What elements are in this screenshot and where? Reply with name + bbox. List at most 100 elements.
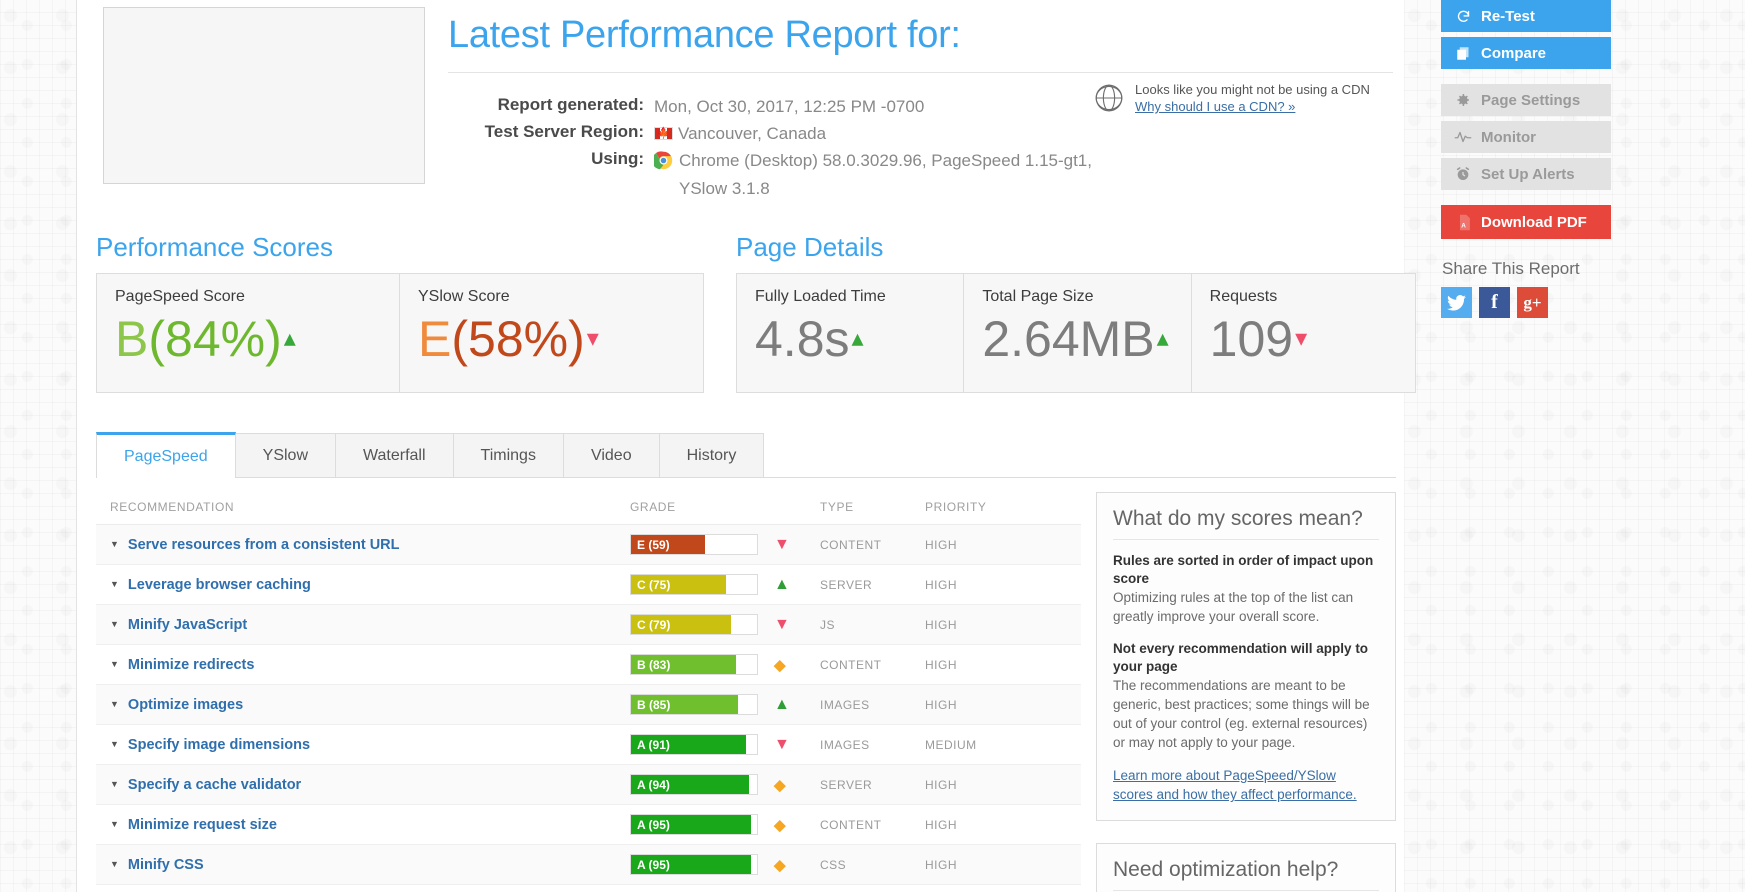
recommendation-priority: HIGH	[925, 618, 1025, 632]
grade-bar: C (79)	[630, 614, 758, 635]
share-googleplus-button[interactable]: g+	[1517, 287, 1548, 318]
scores-explainer-panel: What do my scores mean? Rules are sorted…	[1096, 492, 1396, 821]
recommendation-name[interactable]: ▼ Minify JavaScript	[110, 617, 630, 633]
alarm-clock-icon	[1452, 166, 1474, 182]
set-up-alerts-button[interactable]: Set Up Alerts	[1441, 158, 1611, 190]
sidebar-gap-1	[1441, 74, 1611, 84]
recommendation-name[interactable]: ▼Serve resources from a consistent URL	[110, 537, 630, 553]
expand-triangle-icon[interactable]: ▼	[110, 659, 119, 669]
expand-triangle-icon[interactable]: ▼	[110, 779, 119, 789]
grade-bar-label: B (83)	[631, 658, 670, 672]
grade-cell: B (85)▲	[630, 694, 820, 715]
expand-triangle-icon[interactable]: ▼	[110, 859, 119, 869]
share-twitter-button[interactable]	[1441, 287, 1472, 318]
recommendation-priority: HIGH	[925, 658, 1025, 672]
re-test-button[interactable]: Re-Test	[1441, 0, 1611, 32]
grade-cell: C (75)▲	[630, 574, 820, 595]
table-row[interactable]: ▼ Minimize redirects B (83)◆CONTENTHIGH	[96, 645, 1081, 685]
grade-cell: B (83)◆	[630, 654, 820, 675]
table-row[interactable]: ▼Specify a cache validatorA (94)◆SERVERH…	[96, 765, 1081, 805]
total-page-size-value: 2.64MB	[982, 311, 1154, 367]
grade-bar: E (59)	[630, 534, 758, 555]
performance-scores-cards: PageSpeed Score B(84%)▴ YSlow Score E(58…	[96, 273, 704, 393]
monitor-label: Monitor	[1481, 129, 1536, 146]
table-row[interactable]: ▼Serve resources from a consistent URLE …	[96, 525, 1081, 565]
recommendation-name[interactable]: ▼Specify a cache validator	[110, 777, 630, 793]
expand-triangle-icon[interactable]: ▼	[110, 579, 119, 589]
trend-down-icon: ▼	[774, 536, 790, 554]
grade-bar-fill: A (95)	[631, 855, 751, 874]
yslow-score-label: YSlow Score	[418, 288, 685, 306]
trend-down-icon: ▼	[774, 736, 790, 754]
page-settings-button[interactable]: Page Settings	[1441, 84, 1611, 116]
recommendation-name[interactable]: ▼ Leverage browser caching	[110, 577, 630, 593]
tab-yslow[interactable]: YSlow	[235, 433, 336, 477]
tab-history[interactable]: History	[659, 433, 765, 477]
scores-learn-more-link[interactable]: Learn more about PageSpeed/YSlow scores …	[1113, 766, 1379, 804]
recommendation-type: JS	[820, 618, 925, 632]
expand-triangle-icon[interactable]: ▼	[110, 619, 119, 629]
table-row[interactable]: ▼ Minify JavaScript C (79)▼JSHIGH	[96, 605, 1081, 645]
tab-timings[interactable]: Timings	[453, 433, 564, 477]
info-sidebar: What do my scores mean? Rules are sorted…	[1096, 492, 1396, 892]
expand-triangle-icon[interactable]: ▼	[110, 699, 119, 709]
expand-triangle-icon[interactable]: ▼	[110, 819, 119, 829]
trend-flat-icon: ◆	[774, 856, 786, 874]
optimization-help-title: Need optimization help?	[1113, 858, 1379, 891]
grade-bar: B (83)	[630, 654, 758, 675]
fully-loaded-time-label: Fully Loaded Time	[755, 288, 945, 306]
expand-triangle-icon[interactable]: ▼	[110, 539, 119, 549]
page-details-block: Page Details Fully Loaded Time 4.8s▴ Tot…	[704, 232, 1416, 393]
pdf-icon: A	[1452, 214, 1474, 231]
compare-button[interactable]: Compare	[1441, 37, 1611, 69]
table-row[interactable]: ▼Specify image dimensionsA (91) ▼ IMAGESME…	[96, 725, 1081, 765]
recommendation-name[interactable]: ▼ Minimize redirects	[110, 657, 630, 673]
recommendation-name[interactable]: ▼Minify CSS	[110, 857, 630, 873]
recommendation-label: Minify JavaScript	[128, 617, 247, 633]
recommendation-label: Minimize redirects	[128, 657, 255, 673]
fully-loaded-time-card: Fully Loaded Time 4.8s▴	[737, 274, 964, 392]
total-page-size-label: Total Page Size	[982, 288, 1172, 306]
tab-waterfall[interactable]: Waterfall	[335, 433, 454, 477]
download-pdf-label: Download PDF	[1481, 214, 1587, 231]
tab-video[interactable]: Video	[563, 433, 660, 477]
grade-bar: C (75)	[630, 574, 758, 595]
tab-pagespeed[interactable]: PageSpeed	[96, 432, 236, 478]
set-up-alerts-label: Set Up Alerts	[1481, 166, 1575, 183]
recommendations-table: RECOMMENDATION GRADE TYPE PRIORITY ▼Serv…	[96, 492, 1081, 892]
grade-bar: A (95)	[630, 814, 758, 835]
recommendation-label: Leverage browser caching	[128, 577, 311, 593]
table-row[interactable]: ▼Minimize request sizeA (95)◆CONTENTHIGH	[96, 805, 1081, 845]
recommendation-name[interactable]: ▼Minimize request size	[110, 817, 630, 833]
share-facebook-button[interactable]: f	[1479, 287, 1510, 318]
table-row[interactable]: ▼Minify CSSA (95)◆CSSHIGH	[96, 845, 1081, 885]
recommendation-priority: MEDIUM	[925, 738, 1025, 752]
recommendation-name[interactable]: ▼Optimize images	[110, 697, 630, 713]
expand-triangle-icon[interactable]: ▼	[110, 739, 119, 749]
recommendation-type: SERVER	[820, 778, 925, 792]
cdn-notice: Looks like you might not be using a CDN …	[1093, 80, 1393, 119]
recommendation-name[interactable]: ▼Specify image dimensions	[110, 737, 630, 753]
recommendation-type: IMAGES	[820, 738, 925, 752]
meta-value-region: Vancouver, Canada	[678, 124, 826, 143]
table-row[interactable]: ▼Optimize imagesB (85)▲IMAGESHIGH	[96, 685, 1081, 725]
grade-bar-fill: E (59)	[631, 535, 705, 554]
meta-label-generated: Report generated:	[448, 95, 644, 115]
grade-bar-fill: A (91)	[631, 735, 746, 754]
grade-bar: A (94)	[630, 774, 758, 795]
grade-bar: A (91)	[630, 734, 758, 755]
recommendation-type: CONTENT	[820, 538, 925, 552]
grade-bar-fill: C (75)	[631, 575, 726, 594]
grade-cell: E (59) ▼	[630, 534, 820, 555]
grade-bar: B (85)	[630, 694, 758, 715]
grade-cell: C (79)▼	[630, 614, 820, 635]
recommendation-type: CONTENT	[820, 658, 925, 672]
monitor-button[interactable]: Monitor	[1441, 121, 1611, 153]
table-row[interactable]: ▼Leverage browser cachingC (75)▲SERVERHI…	[96, 565, 1081, 605]
column-header-recommendation: RECOMMENDATION	[110, 500, 630, 514]
cdn-learn-more-link[interactable]: Why should I use a CDN? »	[1135, 99, 1370, 114]
download-pdf-button[interactable]: A Download PDF	[1441, 205, 1611, 239]
recommendation-priority: HIGH	[925, 818, 1025, 832]
page-title: Latest Performance Report for:	[448, 0, 1393, 60]
grade-cell: A (95) ◆	[630, 854, 820, 875]
